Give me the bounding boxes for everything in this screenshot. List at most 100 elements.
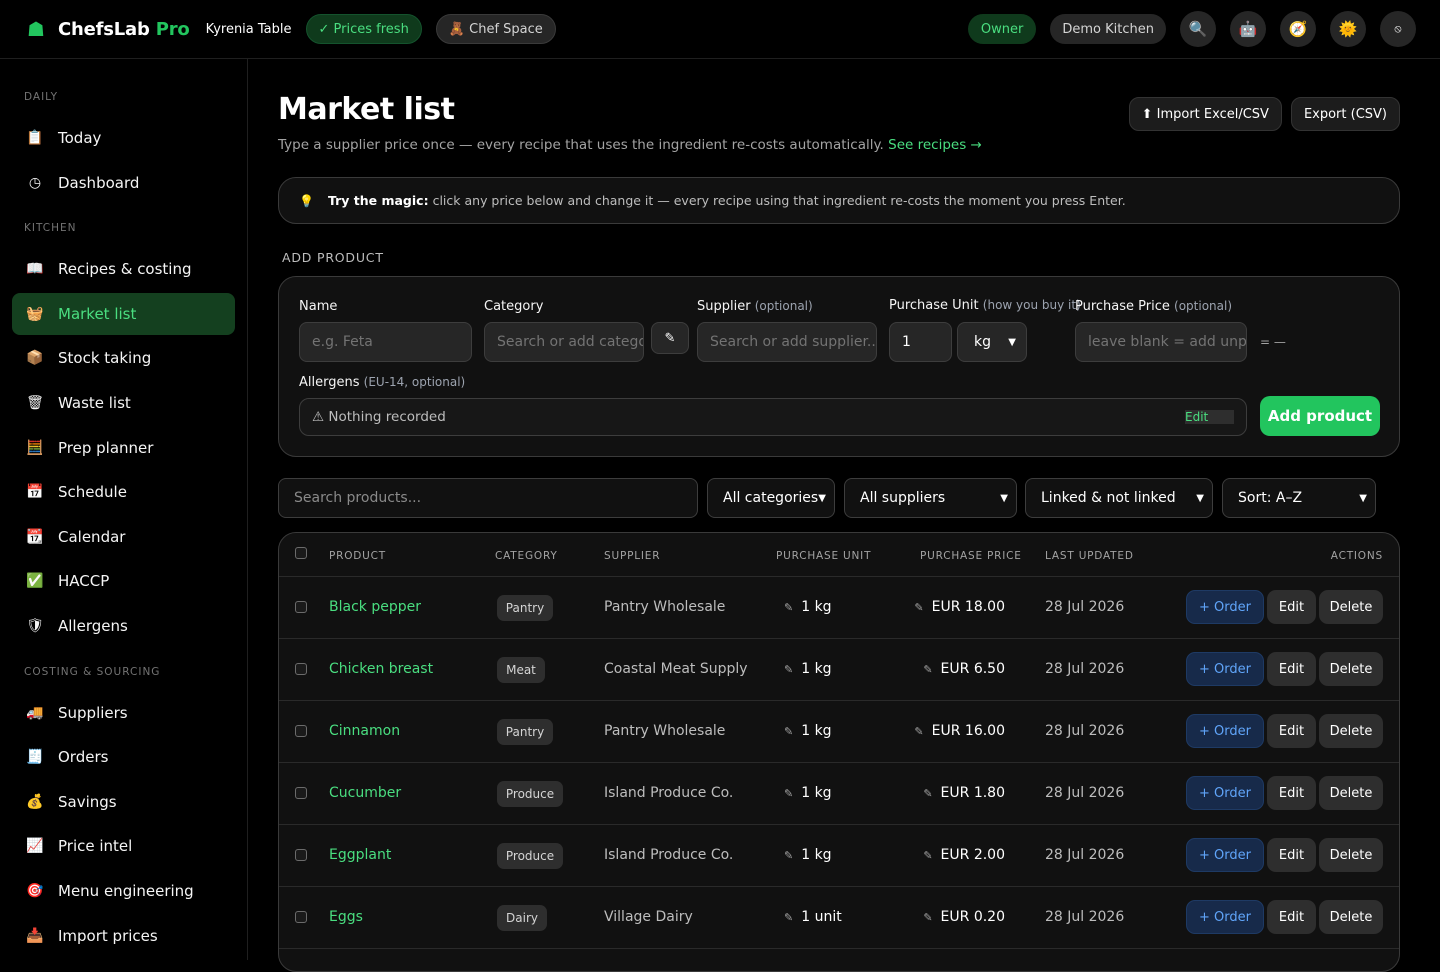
product-name-link[interactable]: Black pepper [329, 599, 421, 615]
sidebar-item-allergens[interactable]: 🛡 Allergens [12, 605, 235, 647]
purchase-unit-cell[interactable]: ✎ 1 kg [784, 599, 832, 615]
name-input[interactable]: e.g. Feta [299, 322, 472, 362]
chef-space-button[interactable]: 🧸 Chef Space [435, 14, 556, 44]
column-header[interactable]: PURCHASE PRICE [920, 550, 1022, 562]
order-button[interactable]: + Order [1186, 776, 1264, 810]
row-checkbox[interactable] [295, 601, 307, 613]
row-checkbox[interactable] [295, 725, 307, 737]
sidebar-item-prep-planner[interactable]: 🧮 Prep planner [12, 427, 235, 469]
sidebar-item-menu-engineering[interactable]: 🎯 Menu engineering [12, 870, 235, 912]
link-filter-select[interactable]: Linked & not linked ▼ [1025, 478, 1213, 518]
table-row[interactable]: Cucumber Produce Island Produce Co. ✎ 1 kg ✎ E… [279, 763, 1399, 825]
sidebar-item-price-intel[interactable]: 📈 Price intel [12, 825, 235, 867]
sidebar-item-recipes[interactable]: 📖 Recipes & costing [12, 248, 235, 290]
see-recipes-link[interactable]: See recipes → [888, 137, 982, 153]
edit-button[interactable]: Edit [1267, 900, 1316, 934]
edit-categories-icon[interactable]: ✎ [651, 322, 689, 354]
purchase-unit-cell[interactable]: ✎ 1 kg [784, 847, 832, 863]
edit-button[interactable]: Edit [1267, 838, 1316, 872]
purchase-price-cell[interactable]: ✎ EUR 2.00 [923, 847, 1005, 863]
add-product-button[interactable]: Add product [1260, 396, 1380, 436]
sidebar-item-stock-taking[interactable]: 📦 Stock taking [12, 337, 235, 379]
row-checkbox[interactable] [295, 787, 307, 799]
delete-button[interactable]: Delete [1319, 590, 1383, 624]
delete-button[interactable]: Delete [1319, 652, 1383, 686]
search-icon[interactable]: 🔍 [1180, 11, 1216, 47]
edit-button[interactable]: Edit [1267, 714, 1316, 748]
logout-icon[interactable]: ⦸ [1380, 11, 1416, 47]
delete-button[interactable]: Delete [1319, 714, 1383, 748]
product-name-link[interactable]: Eggs [329, 909, 363, 925]
theme-toggle-icon[interactable]: 🌞 [1330, 11, 1366, 47]
delete-button[interactable]: Delete [1319, 776, 1383, 810]
category-filter-select[interactable]: All categories ▼ [707, 478, 835, 518]
column-header[interactable]: PRODUCT [329, 550, 386, 562]
sidebar-item-dashboard[interactable]: ◷ Dashboard [12, 162, 235, 204]
product-name-link[interactable]: Cinnamon [329, 723, 400, 739]
order-button[interactable]: + Order [1186, 590, 1264, 624]
kitchen-switcher[interactable]: Demo Kitchen [1050, 14, 1166, 44]
purchase-unit-cell[interactable]: ✎ 1 kg [784, 785, 832, 801]
sidebar-item-orders[interactable]: 🧾 Orders [12, 736, 235, 778]
purchase-unit-cell[interactable]: ✎ 1 unit [784, 909, 842, 925]
export-csv-button[interactable]: Export (CSV) [1290, 97, 1400, 131]
sidebar-item-savings[interactable]: 💰 Savings [12, 781, 235, 823]
delete-button[interactable]: Delete [1319, 838, 1383, 872]
allergens-edit-link[interactable]: Edit [1185, 410, 1234, 424]
row-checkbox[interactable] [295, 849, 307, 861]
category-input[interactable]: Search or add category [484, 322, 644, 362]
purchase-price-cell[interactable]: ✎ EUR 0.20 [923, 909, 1005, 925]
order-button[interactable]: + Order [1186, 900, 1264, 934]
table-row[interactable]: Eggs Dairy Village Dairy ✎ 1 unit ✎ EUR 0.20 28… [279, 887, 1399, 949]
column-header[interactable]: PURCHASE UNIT [776, 550, 871, 562]
edit-button[interactable]: Edit [1267, 652, 1316, 686]
purchase-price-cell[interactable]: ✎ EUR 18.00 [914, 599, 1005, 615]
unit-quantity-input[interactable]: 1 [889, 322, 952, 362]
sidebar-item-suppliers[interactable]: 🚚 Suppliers [12, 692, 235, 734]
row-checkbox[interactable] [295, 663, 307, 675]
supplier-filter-select[interactable]: All suppliers ▼ [844, 478, 1017, 518]
table-row[interactable]: Eggplant Produce Island Produce Co. ✎ 1 kg ✎ E… [279, 825, 1399, 887]
timer-icon[interactable]: 🧭 [1280, 11, 1316, 47]
delete-button[interactable]: Delete [1319, 900, 1383, 934]
table-row[interactable]: Chicken breast Meat Coastal Meat Supply ✎ 1 … [279, 639, 1399, 701]
sidebar-item-market-list[interactable]: 🧺 Market list [12, 292, 235, 335]
sort-select[interactable]: Sort: A–Z ▼ [1222, 478, 1376, 518]
allergens-field[interactable]: ⚠ Nothing recorded Edit [299, 398, 1247, 436]
sidebar-item-today[interactable]: 📋 Today [12, 117, 235, 159]
import-csv-button[interactable]: ⬆ Import Excel/CSV [1128, 97, 1282, 131]
brand-name[interactable]: ChefsLab Pro [58, 19, 190, 40]
unit-select[interactable]: kg ▼ [957, 322, 1027, 362]
robot-assistant-icon[interactable]: 🤖 [1230, 11, 1266, 47]
purchase-price-input[interactable]: leave blank = add unpriced [1075, 322, 1247, 362]
product-search-input[interactable]: Search products... [278, 478, 698, 518]
order-button[interactable]: + Order [1186, 652, 1264, 686]
sidebar-item-calendar[interactable]: 📆 Calendar [12, 516, 235, 558]
edit-button[interactable]: Edit [1267, 776, 1316, 810]
top-bar: ☗ ChefsLab Pro Kyrenia Table ✓ Prices fr… [0, 0, 1440, 59]
purchase-price-cell[interactable]: ✎ EUR 1.80 [923, 785, 1005, 801]
column-header[interactable]: SUPPLIER [604, 550, 660, 562]
purchase-price-cell[interactable]: ✎ EUR 16.00 [914, 723, 1005, 739]
edit-button[interactable]: Edit [1267, 590, 1316, 624]
product-name-link[interactable]: Chicken breast [329, 661, 433, 677]
order-button[interactable]: + Order [1186, 838, 1264, 872]
product-name-link[interactable]: Eggplant [329, 847, 391, 863]
sidebar-item-schedule[interactable]: 📅 Schedule [12, 471, 235, 513]
product-name-link[interactable]: Cucumber [329, 785, 401, 801]
column-header[interactable]: LAST UPDATED [1045, 550, 1134, 562]
purchase-unit-cell[interactable]: ✎ 1 kg [784, 661, 832, 677]
table-row[interactable]: Black pepper Pantry Pantry Wholesale ✎ 1 kg ✎… [279, 577, 1399, 639]
sidebar-item-haccp[interactable]: ✅ HACCP [12, 560, 235, 602]
table-row[interactable]: Cinnamon Pantry Pantry Wholesale ✎ 1 kg ✎ EUR … [279, 701, 1399, 763]
purchase-price-cell[interactable]: ✎ EUR 6.50 [923, 661, 1005, 677]
sidebar-item-waste-list[interactable]: 🗑 Waste list [12, 382, 235, 424]
row-checkbox[interactable] [295, 911, 307, 923]
select-all-checkbox[interactable] [295, 547, 307, 559]
order-button[interactable]: + Order [1186, 714, 1264, 748]
column-header[interactable]: CATEGORY [495, 550, 558, 562]
pencil-icon: ✎ [784, 849, 794, 862]
supplier-input[interactable]: Search or add supplier... [697, 322, 877, 362]
purchase-unit-cell[interactable]: ✎ 1 kg [784, 723, 832, 739]
sidebar-item-import-prices[interactable]: 📥 Import prices [12, 915, 235, 957]
